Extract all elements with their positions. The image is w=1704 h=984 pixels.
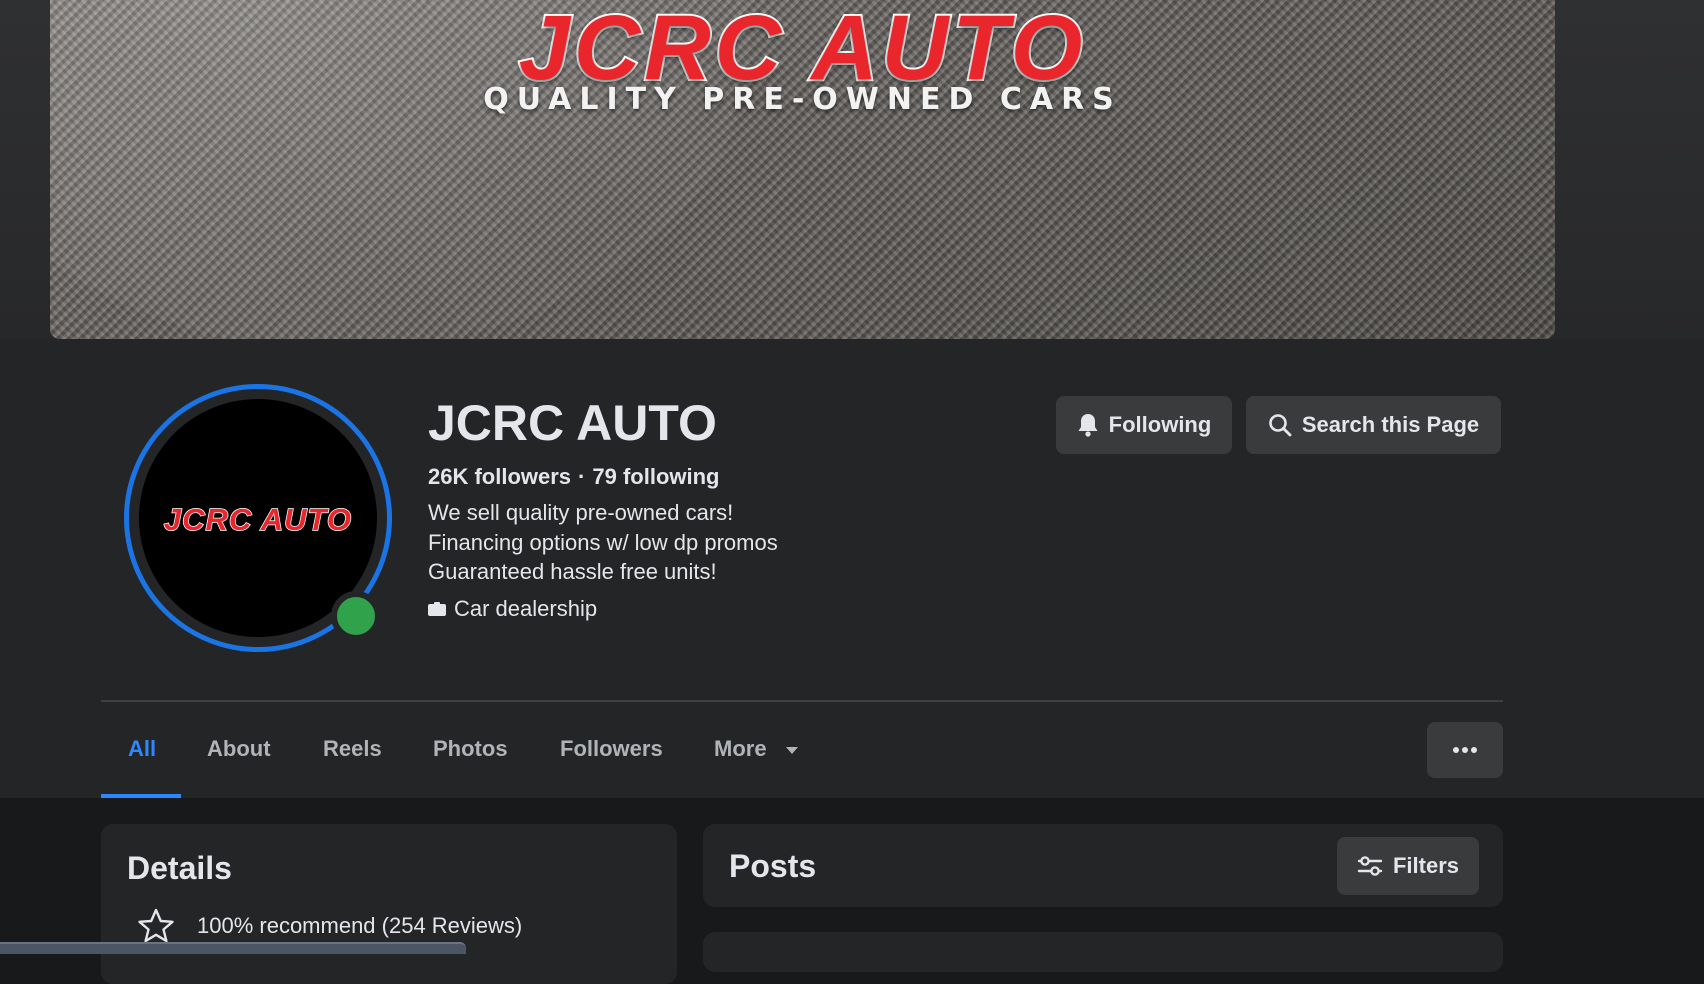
cover-subtitle: QUALITY PRE-OWNED CARS — [483, 82, 1122, 117]
more-options-button[interactable] — [1427, 722, 1503, 778]
following-button-label: Following — [1108, 412, 1212, 437]
page-category: Car dealership — [428, 596, 597, 622]
details-title: Details — [127, 850, 232, 886]
briefcase-icon — [428, 602, 446, 616]
ellipsis-icon — [1453, 747, 1477, 753]
tab-all[interactable]: All — [128, 736, 156, 762]
search-page-button[interactable]: Search this Page — [1246, 396, 1501, 454]
posts-header-card: Posts Filters — [703, 824, 1503, 907]
bio-line-3: Guaranteed hassle free units! — [428, 559, 717, 584]
following-button[interactable]: Following — [1056, 396, 1232, 454]
filter-sliders-icon — [1357, 856, 1383, 876]
avatar-logo-text: JCRC AUTO — [163, 501, 353, 538]
tab-followers[interactable]: Followers — [560, 736, 663, 762]
tab-more-label: More — [714, 736, 767, 761]
filters-label: Filters — [1392, 853, 1460, 878]
following-count-link[interactable]: 79 following — [592, 464, 719, 489]
recommend-text[interactable]: 100% recommend (254 Reviews) — [197, 913, 522, 939]
page-title: JCRC AUTO — [428, 395, 717, 451]
bio-line-2: Financing options w/ low dp promos — [428, 530, 778, 555]
tab-photos[interactable]: Photos — [433, 736, 508, 762]
tab-more[interactable]: More — [714, 736, 799, 762]
next-post-card — [703, 932, 1503, 972]
stats-separator: · — [578, 464, 586, 489]
category-label: Car dealership — [454, 596, 598, 621]
online-status-dot — [331, 591, 381, 641]
active-tab-indicator — [101, 794, 181, 798]
bottom-overlay-bar — [0, 942, 466, 954]
follower-stats: 26K followers · 79 following — [428, 464, 720, 490]
tabs-divider — [101, 700, 1503, 702]
profile-avatar[interactable]: JCRC AUTO — [124, 384, 392, 652]
bell-icon — [1078, 414, 1098, 437]
search-button-label: Search this Page — [1301, 412, 1480, 437]
recommend-row: 100% recommend (254 Reviews) — [137, 908, 522, 944]
tab-about[interactable]: About — [207, 736, 271, 762]
bio-line-1: We sell quality pre-owned cars! — [428, 500, 734, 525]
followers-count-link[interactable]: 26K followers — [428, 464, 571, 489]
filters-button[interactable]: Filters — [1337, 837, 1479, 895]
star-icon — [138, 908, 174, 943]
caret-down-icon — [785, 746, 798, 754]
search-icon — [1269, 414, 1292, 437]
cover-photo[interactable]: JCRC AUTO QUALITY PRE-OWNED CARS — [50, 0, 1555, 339]
details-card: Details 100% recommend (254 Reviews) — [101, 824, 677, 984]
tab-reels[interactable]: Reels — [323, 736, 382, 762]
posts-title: Posts — [729, 848, 817, 884]
